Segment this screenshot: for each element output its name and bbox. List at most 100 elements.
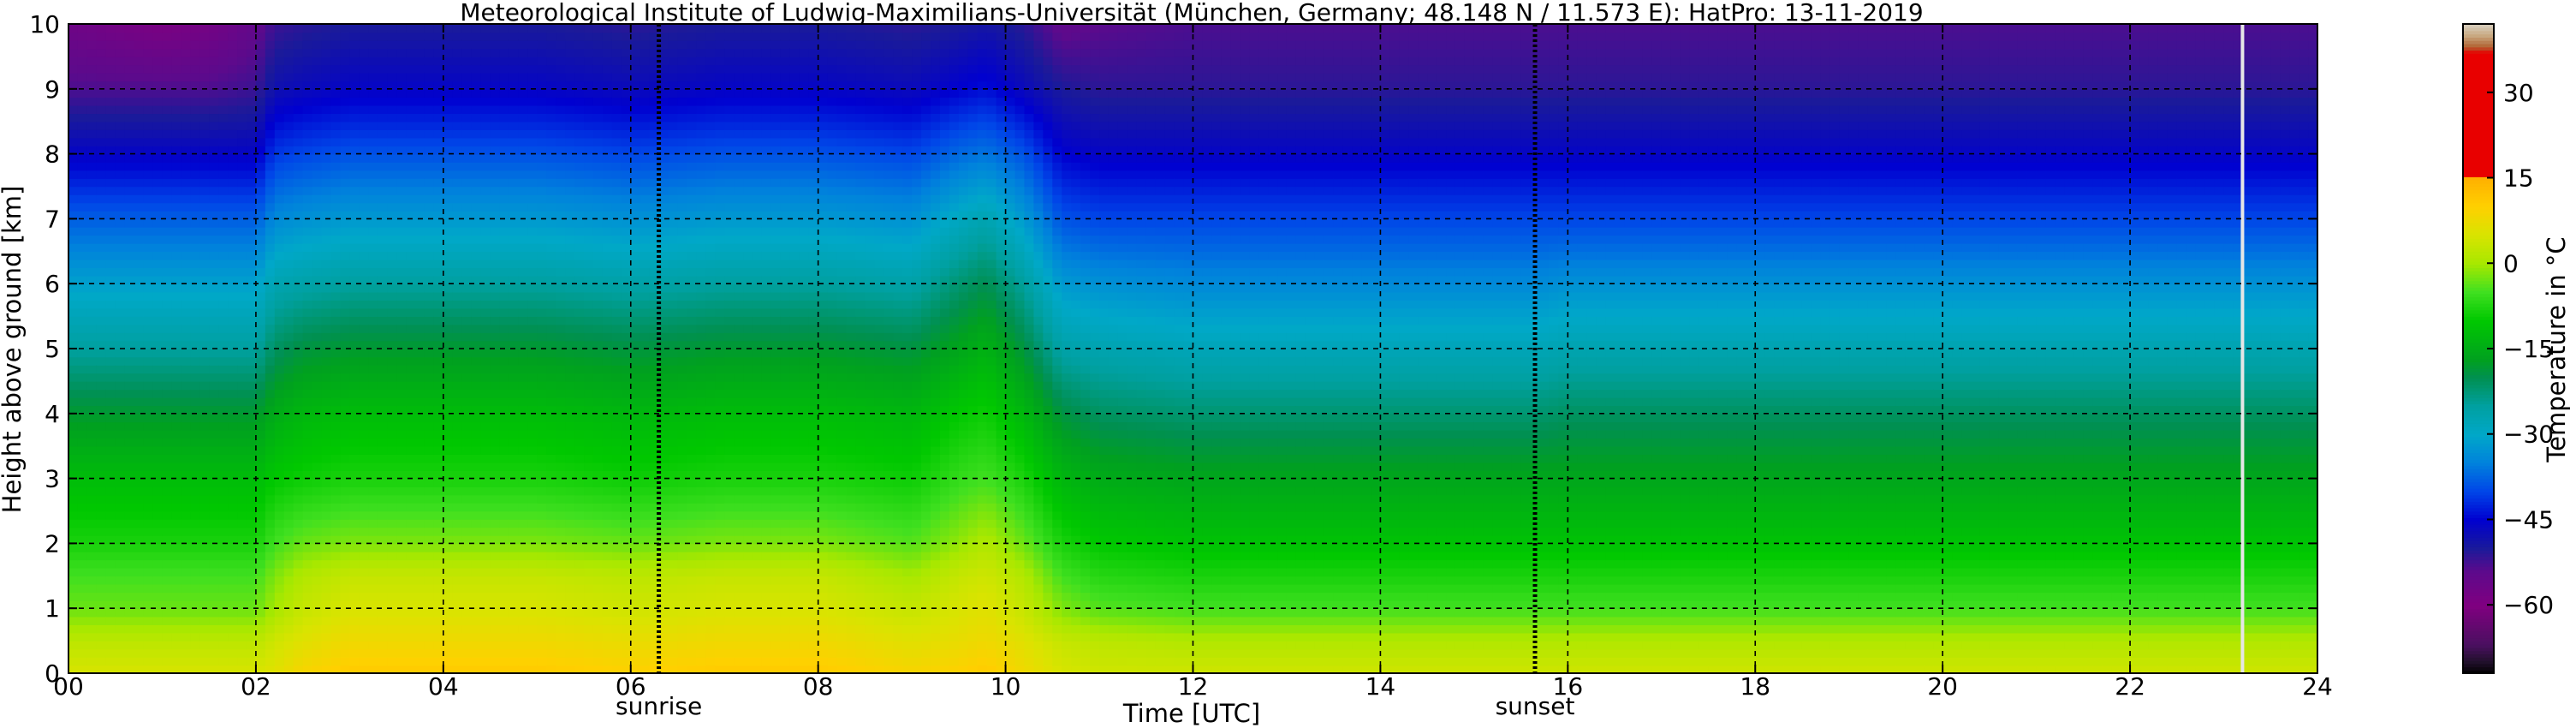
heatmap-cell <box>181 259 192 269</box>
heatmap-cell <box>274 510 285 520</box>
heatmap-cell <box>283 267 294 277</box>
heatmap-cell <box>518 364 529 374</box>
heatmap-cell <box>293 97 304 106</box>
heatmap-cell <box>565 543 575 552</box>
heatmap-cell <box>378 641 388 650</box>
heatmap-cell <box>293 32 304 41</box>
heatmap-cell <box>143 373 154 382</box>
heatmap-cell <box>574 39 585 50</box>
heatmap-cell <box>255 616 266 625</box>
heatmap-cell <box>387 413 397 423</box>
heatmap-cell <box>611 657 622 666</box>
heatmap-cell <box>378 486 388 496</box>
heatmap-cell <box>171 349 182 358</box>
heatmap-cell <box>255 527 266 536</box>
heatmap-cell <box>433 559 444 569</box>
heatmap-cell <box>134 349 145 358</box>
heatmap-cell <box>611 307 622 317</box>
heatmap-cell <box>283 413 294 423</box>
heatmap-cell <box>480 380 491 391</box>
heatmap-cell <box>415 251 425 260</box>
heatmap-cell <box>124 113 135 122</box>
heatmap-cell <box>115 421 126 431</box>
heatmap-cell <box>143 218 154 228</box>
heatmap-cell <box>340 307 351 317</box>
heatmap-cell <box>640 503 651 512</box>
heatmap-cell <box>368 438 379 447</box>
heatmap-cell <box>218 356 229 366</box>
heatmap-cell <box>480 559 491 569</box>
heatmap-cell <box>77 104 88 115</box>
heatmap-cell <box>443 438 454 447</box>
heatmap-cell <box>124 657 135 666</box>
heatmap-cell <box>480 373 491 382</box>
heatmap-cell <box>368 88 379 98</box>
heatmap-cell <box>640 510 651 520</box>
heatmap-cell <box>274 56 285 66</box>
heatmap-cell <box>546 648 556 658</box>
heatmap-cell <box>190 324 201 333</box>
heatmap-cell <box>162 121 173 130</box>
heatmap-cell <box>330 113 342 122</box>
heatmap-cell <box>471 324 482 333</box>
heatmap-cell <box>105 267 116 277</box>
heatmap-cell <box>68 48 79 57</box>
heatmap-cell <box>611 56 622 66</box>
heatmap-cell <box>228 373 238 382</box>
heatmap-cell <box>274 324 285 333</box>
heatmap-cell <box>265 170 276 179</box>
heatmap-cell <box>162 72 173 82</box>
heatmap-cell <box>115 24 126 33</box>
heatmap-cell <box>255 559 266 569</box>
heatmap-cell <box>471 454 482 463</box>
heatmap-cell <box>611 332 622 342</box>
heatmap-cell <box>452 494 463 504</box>
heatmap-cell <box>209 39 219 50</box>
heatmap-cell <box>218 445 229 455</box>
heatmap-cell <box>640 624 651 634</box>
heatmap-cell <box>199 316 210 325</box>
heatmap-cell <box>134 657 145 666</box>
heatmap-cell <box>433 478 444 487</box>
heatmap-cell <box>387 104 397 115</box>
heatmap-cell <box>321 56 332 66</box>
heatmap-cell <box>546 559 556 569</box>
heatmap-cell <box>255 251 266 260</box>
heatmap-cell <box>621 478 632 487</box>
heatmap-cell <box>255 510 266 520</box>
heatmap-cell <box>321 364 332 374</box>
heatmap-cell <box>518 121 529 130</box>
heatmap-cell <box>406 576 416 585</box>
heatmap-cell <box>330 454 342 463</box>
heatmap-cell <box>312 300 323 309</box>
heatmap-cell <box>443 518 454 528</box>
heatmap-cell <box>527 64 538 74</box>
heatmap-cell <box>124 202 135 212</box>
heatmap-cell <box>565 218 575 228</box>
heatmap-cell <box>378 24 388 33</box>
heatmap-cell <box>265 202 276 212</box>
heatmap-cell <box>302 576 313 585</box>
heatmap-cell <box>368 283 379 293</box>
heatmap-cell <box>424 462 435 471</box>
heatmap-cell <box>387 518 397 528</box>
heatmap-cell <box>143 300 154 309</box>
heatmap-cell <box>228 641 238 650</box>
heatmap-cell <box>152 32 164 41</box>
heatmap-cell <box>283 88 294 98</box>
heatmap-cell <box>537 88 548 98</box>
heatmap-cell <box>611 389 622 398</box>
heatmap-cell <box>302 104 313 115</box>
heatmap-cell <box>621 316 632 325</box>
heatmap-cell <box>181 527 192 536</box>
heatmap-cell <box>321 438 332 447</box>
heatmap-cell <box>406 97 416 106</box>
heatmap-cell <box>199 307 210 317</box>
heatmap-cell <box>209 178 219 188</box>
heatmap-cell <box>105 494 116 504</box>
heatmap-cell <box>424 380 435 391</box>
heatmap-cell <box>274 503 285 512</box>
heatmap-cell <box>621 364 632 374</box>
heatmap-cell <box>611 380 622 391</box>
heatmap-cell <box>592 324 604 333</box>
